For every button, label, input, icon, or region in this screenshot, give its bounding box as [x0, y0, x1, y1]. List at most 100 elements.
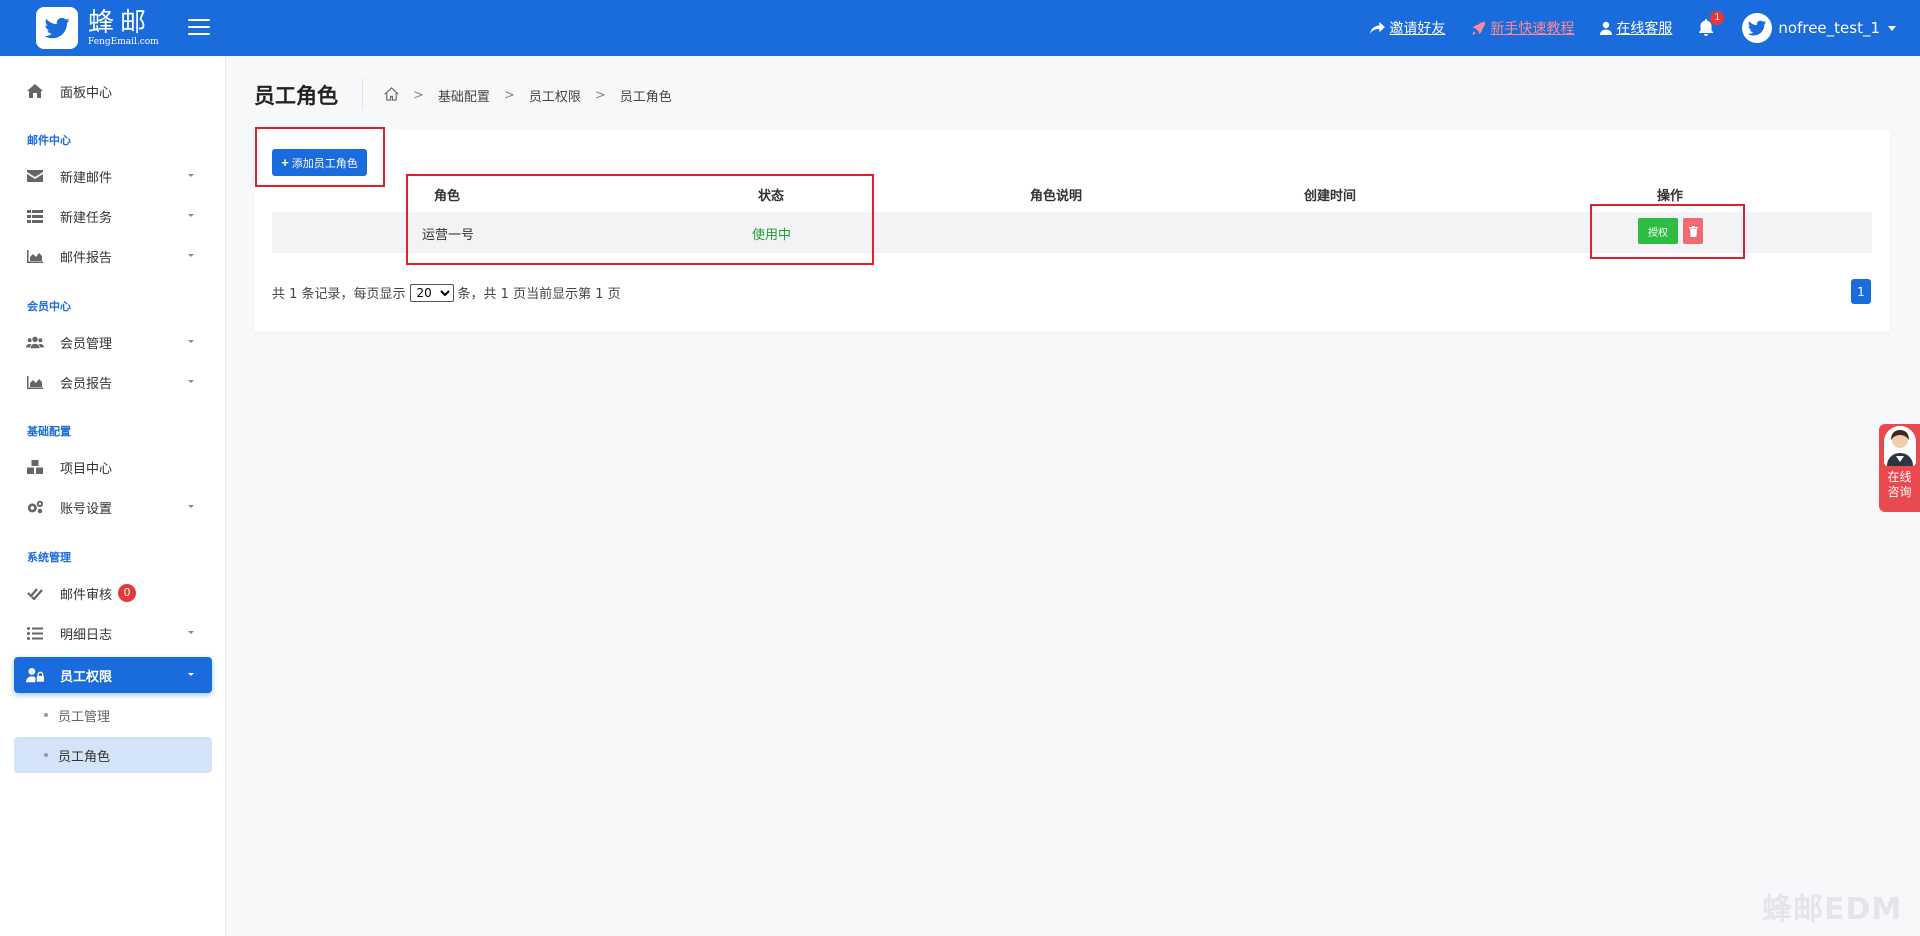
- sidebar-item-mail-report[interactable]: 邮件报告: [14, 238, 212, 274]
- breadcrumb-item[interactable]: 员工权限: [529, 86, 581, 105]
- rocket-icon: [1472, 21, 1486, 35]
- sidebar-item-label: 面板中心: [60, 85, 113, 101]
- sidebar-item-label: 邮件审核: [60, 587, 113, 603]
- consult-label-line2: 咨询: [1887, 485, 1912, 499]
- gears-icon: [26, 498, 44, 516]
- delete-button[interactable]: [1683, 218, 1703, 244]
- envelope-icon: [26, 167, 44, 185]
- sidebar-item-label: 明细日志: [60, 627, 113, 643]
- section-base-config: 基础配置: [27, 425, 71, 438]
- pagination-prefix: 共 1 条记录，每页显示: [272, 287, 406, 302]
- sidebar-item-label: 会员管理: [60, 336, 113, 352]
- chevron-down-icon: [1888, 25, 1896, 31]
- mail-review-count-badge: 0: [118, 584, 137, 602]
- online-consult-widget[interactable]: 在线 咨询: [1879, 424, 1920, 512]
- sidebar-item-label: 员工管理: [58, 709, 111, 725]
- notification-bell-icon[interactable]: 1: [1698, 11, 1725, 37]
- add-staff-role-label: 添加员工角色: [291, 157, 358, 170]
- section-mail-center: 邮件中心: [27, 134, 71, 147]
- agent-avatar: [1884, 426, 1916, 466]
- users-icon: [26, 333, 44, 351]
- sidebar-item-label: 员工权限: [60, 669, 113, 685]
- chevron-right-icon: >: [594, 88, 606, 103]
- sidebar-item-mail-review[interactable]: 邮件审核 0: [14, 575, 212, 611]
- sidebar-item-label: 账号设置: [60, 501, 113, 517]
- sidebar-item-new-mail[interactable]: 新建邮件: [14, 158, 212, 194]
- area-chart-icon: [26, 373, 44, 391]
- brand-watermark: 蜂邮EDM: [1762, 892, 1903, 927]
- double-check-icon: [26, 584, 44, 602]
- sidebar-item-label: 邮件报告: [60, 250, 113, 266]
- sidebar-item-project-center[interactable]: 项目中心: [14, 449, 212, 485]
- chevron-right-icon: >: [503, 88, 515, 103]
- sidebar-item-staff-permissions[interactable]: 员工权限: [14, 657, 212, 693]
- caret-down-icon: [188, 340, 194, 343]
- breadcrumb-item[interactable]: 基础配置: [438, 86, 490, 105]
- avatar: [1742, 13, 1773, 43]
- bullet-dot: [44, 753, 48, 757]
- cell-role: 运营一号: [422, 228, 475, 243]
- sidebar-item-account-settings[interactable]: 账号设置: [14, 489, 212, 525]
- user-icon: [1600, 21, 1613, 35]
- bullet-list-icon: [26, 624, 44, 642]
- grant-permission-button[interactable]: 授权: [1638, 218, 1678, 244]
- plus-icon: +: [281, 155, 289, 170]
- online-service-link[interactable]: 在线客服: [1600, 18, 1672, 38]
- page-size-select[interactable]: 20: [409, 283, 454, 302]
- cell-status: 使用中: [752, 228, 792, 243]
- bird-logo-icon: [36, 7, 78, 49]
- sidebar-item-label: 新建邮件: [60, 170, 113, 186]
- sidebar-item-detail-log[interactable]: 明细日志: [14, 615, 212, 651]
- quick-tutorial-label: 新手快速教程: [1490, 21, 1575, 37]
- breadcrumb: > 基础配置 > 员工权限 > 员工角色: [384, 86, 672, 105]
- section-system-management: 系统管理: [27, 551, 71, 564]
- home-icon: [26, 82, 44, 100]
- chevron-right-icon: >: [413, 88, 424, 103]
- caret-down-icon: [188, 214, 194, 217]
- sidebar-subitem-staff-roles[interactable]: 员工角色: [14, 737, 212, 773]
- sidebar-subitem-staff-management[interactable]: 员工管理: [14, 697, 212, 733]
- brand-domain: FengEmail.com: [88, 36, 159, 47]
- caret-down-icon: [188, 505, 194, 508]
- sidebar-item-label: 项目中心: [60, 461, 113, 477]
- share-arrow-icon: [1370, 21, 1386, 34]
- column-header-description: 角色说明: [1030, 189, 1083, 204]
- breadcrumb-item-current: 员工角色: [619, 90, 672, 105]
- section-member-center: 会员中心: [27, 300, 71, 313]
- sidebar-item-dashboard[interactable]: 面板中心: [14, 73, 212, 109]
- caret-down-icon: [188, 380, 194, 383]
- notification-count-badge: 1: [1710, 11, 1725, 25]
- hamburger-menu-icon[interactable]: [188, 17, 210, 37]
- pagination-suffix: 条，共 1 页当前显示第 1 页: [457, 287, 621, 302]
- table-row: [272, 212, 1872, 253]
- home-icon[interactable]: [384, 86, 399, 105]
- top-header: 蜂邮 FengEmail.com 邀请好友 新手快速教程 在线客服 1 nofr…: [0, 0, 1920, 56]
- title-divider: [362, 78, 363, 110]
- add-staff-role-button[interactable]: + 添加员工角色: [272, 149, 367, 176]
- page-number-button[interactable]: 1: [1851, 279, 1871, 304]
- sidebar-item-new-task[interactable]: 新建任务: [14, 198, 212, 234]
- user-menu[interactable]: nofree_test_1: [1742, 13, 1896, 43]
- area-chart-icon: [26, 247, 44, 265]
- column-header-role: 角色: [434, 189, 461, 204]
- caret-down-icon: [188, 673, 194, 676]
- user-lock-icon: [26, 666, 44, 684]
- page-title: 员工角色: [254, 84, 338, 108]
- trash-icon: [1688, 225, 1698, 237]
- list-icon: [26, 207, 44, 225]
- column-header-status: 状态: [758, 189, 785, 204]
- column-header-created-time: 创建时间: [1304, 189, 1357, 204]
- caret-down-icon: [188, 254, 194, 257]
- cubes-icon: [26, 458, 44, 476]
- sidebar-item-member-report[interactable]: 会员报告: [14, 364, 212, 400]
- brand-name: 蜂邮: [88, 7, 153, 38]
- sidebar: 面板中心 邮件中心 新建邮件 新建任务 邮件报告 会员中心 会员管理 会员报告 …: [0, 56, 226, 936]
- sidebar-item-label: 会员报告: [60, 376, 113, 392]
- consult-label-line1: 在线: [1887, 470, 1912, 484]
- sidebar-item-member-management[interactable]: 会员管理: [14, 324, 212, 360]
- column-header-operations: 操作: [1657, 189, 1684, 204]
- quick-tutorial-link[interactable]: 新手快速教程: [1471, 18, 1574, 38]
- pagination-info: 共 1 条记录，每页显示 20 条，共 1 页当前显示第 1 页: [272, 283, 621, 302]
- invite-friends-link[interactable]: 邀请好友: [1370, 18, 1445, 38]
- caret-down-icon: [188, 631, 194, 634]
